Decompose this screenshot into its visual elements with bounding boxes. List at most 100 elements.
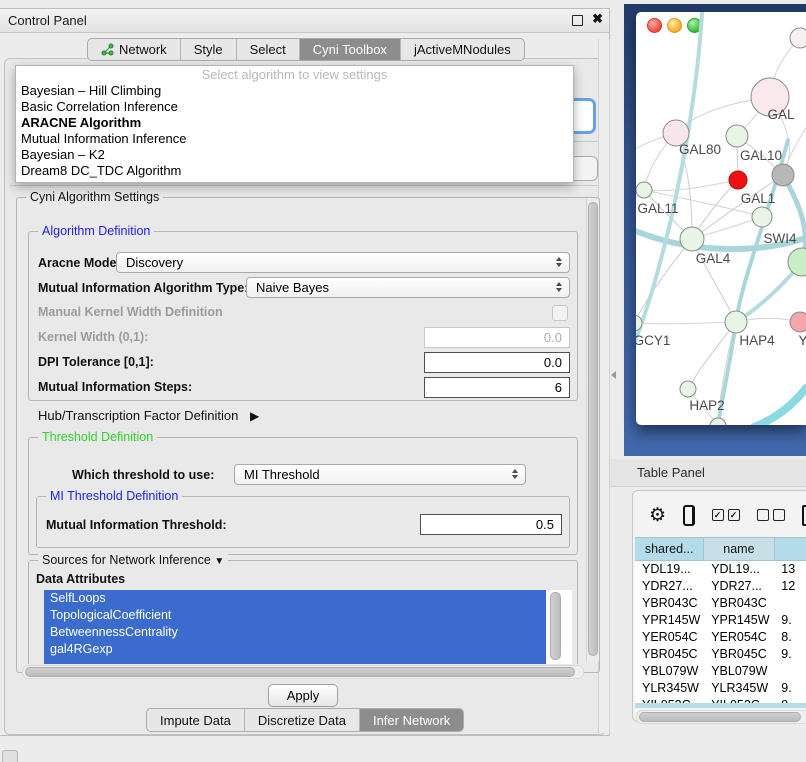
manual-kernel-label: Manual Kernel Width Definition	[38, 305, 223, 319]
network-node[interactable]	[752, 207, 772, 227]
table-panel-titlebar: Table Panel	[610, 459, 806, 487]
collapsed-panel-icon[interactable]	[2, 750, 18, 762]
tab-discretize-data[interactable]: Discretize Data	[244, 709, 359, 731]
table-cell: YBL079W	[635, 663, 704, 680]
table-cell: YPR145W	[635, 612, 704, 629]
algorithm-definition-title: Algorithm Definition	[38, 224, 154, 238]
tab-style[interactable]: Style	[180, 39, 236, 60]
expand-right-icon: ▶	[250, 409, 259, 423]
network-node[interactable]	[772, 164, 794, 186]
table-cell: 12	[774, 578, 806, 595]
dropdown-item[interactable]: Bayesian – K2	[16, 147, 573, 163]
table-row[interactable]: YBL079WYBL079W	[635, 663, 806, 680]
network-node[interactable]	[790, 312, 806, 332]
dropdown-items: Bayesian – Hill ClimbingBasic Correlatio…	[16, 83, 573, 179]
which-threshold-combo[interactable]: MI Threshold	[234, 464, 526, 485]
table-cell: YDR27...	[635, 578, 704, 595]
settings-horizontal-scrollbar[interactable]	[22, 665, 584, 679]
kernel-width-field[interactable]: 0.0	[424, 327, 570, 348]
network-node-label: GAL10	[740, 148, 782, 163]
attribute-item[interactable]: TopologicalCoefficient	[44, 607, 546, 624]
network-window-frame[interactable]: GALGAL80GAL10GAL1GAL11SWI4GAL4GCY1HAP4YH…	[624, 4, 806, 456]
network-node[interactable]	[680, 227, 704, 251]
tab-network[interactable]: Network	[88, 39, 180, 60]
close-icon[interactable]: ✖	[592, 11, 603, 27]
hub-definition-label[interactable]: Hub/Transcription Factor Definition ▶	[38, 408, 259, 423]
attribute-item-partial[interactable]	[44, 658, 546, 664]
network-icon	[101, 43, 114, 56]
dropdown-item[interactable]: Basic Correlation Inference	[16, 99, 573, 115]
panel-splitter-handle[interactable]	[611, 371, 616, 379]
tab-cyni-toolbox[interactable]: Cyni Toolbox	[299, 39, 400, 60]
deselect-all-icon[interactable]	[757, 509, 785, 521]
tab-label: Impute Data	[160, 713, 231, 728]
network-node[interactable]	[636, 182, 652, 198]
control-panel-tabs: Network Style SelectCyni Toolbox jActiveMNo…	[87, 38, 525, 61]
settings-vertical-scrollbar[interactable]	[586, 199, 599, 661]
table-row[interactable]: YDL19...YDL19...13	[635, 561, 806, 578]
select-all-icon[interactable]: ✓✓	[712, 509, 740, 521]
tab-jactivemnodules[interactable]: jActiveMNodules	[400, 39, 524, 60]
attribute-item[interactable]: gal4RGexp	[44, 641, 546, 658]
aracne-mode-combo[interactable]: Discovery	[116, 252, 570, 273]
control-panel-title: Control Panel	[8, 13, 87, 28]
which-threshold-label: Which threshold to use:	[72, 468, 214, 482]
network-canvas[interactable]: GALGAL80GAL10GAL1GAL11SWI4GAL4GCY1HAP4YH…	[636, 12, 806, 425]
tab-select[interactable]: Select	[236, 39, 299, 60]
tab-label: Style	[194, 42, 223, 57]
dropdown-item[interactable]: Bayesian – Hill Climbing	[16, 83, 573, 99]
table-cell	[774, 595, 806, 612]
table-row[interactable]: YPR145WYPR145W9.	[635, 612, 806, 629]
gear-icon[interactable]: ⚙	[649, 506, 666, 525]
mi-threshold-field[interactable]: 0.5	[420, 514, 562, 535]
float-window-icon[interactable]	[572, 15, 583, 26]
tab-label: jActiveMNodules	[414, 42, 511, 57]
network-window: GALGAL80GAL10GAL1GAL11SWI4GAL4GCY1HAP4YH…	[636, 12, 806, 425]
network-edge	[754, 388, 806, 425]
mi-type-combo[interactable]: Naive Bayes	[246, 277, 570, 298]
table-horizontal-scrollbar[interactable]	[636, 710, 806, 724]
network-node[interactable]	[729, 171, 747, 189]
dropdown-item[interactable]: Dream8 DC_TDC Algorithm	[16, 163, 573, 179]
column-view-icon[interactable]	[683, 505, 695, 526]
table-selected-strip	[635, 703, 806, 708]
algorithm-dropdown: Select algorithm to view settings Bayesi…	[15, 65, 574, 183]
apply-button[interactable]: Apply	[268, 684, 338, 707]
table-row[interactable]: YBR043CYBR043C	[635, 595, 806, 612]
table-cell: YBR043C	[704, 595, 774, 612]
sources-group-title[interactable]: Sources for Network Inference ▼	[38, 553, 228, 567]
network-node[interactable]	[725, 311, 747, 333]
table-row[interactable]: YER054CYER054C8.	[635, 629, 806, 646]
table-column-header[interactable]: shared...	[635, 538, 704, 560]
dropdown-item[interactable]: ARACNE Algorithm	[16, 115, 573, 131]
table-cell: YLR345W	[704, 680, 774, 697]
table-column-header[interactable]	[775, 538, 806, 560]
tab-impute-data[interactable]: Impute Data	[147, 709, 244, 731]
table-cell: YIL052C	[704, 697, 774, 703]
tab-infer-network[interactable]: Infer Network	[359, 709, 463, 731]
attributes-scrollbar[interactable]	[549, 590, 562, 664]
network-node-label: GCY1	[636, 333, 670, 348]
control-panel-titlebar: Control Panel ✖	[0, 9, 609, 33]
dpi-tolerance-field[interactable]: 0.0	[424, 352, 570, 373]
table-cell: YER054C	[704, 629, 774, 646]
network-node[interactable]	[726, 125, 748, 147]
table-row[interactable]: YBR045CYBR045C9.	[635, 646, 806, 663]
network-node[interactable]	[788, 248, 806, 276]
network-node[interactable]	[680, 381, 696, 397]
table-column-header[interactable]: name	[704, 538, 774, 560]
mi-steps-field[interactable]: 6	[424, 377, 570, 398]
threshold-definition-title: Threshold Definition	[38, 430, 157, 444]
attribute-item[interactable]: SelfLoops	[44, 590, 546, 607]
attribute-item[interactable]: BetweennessCentrality	[44, 624, 546, 641]
mi-threshold-group-title: MI Threshold Definition	[46, 489, 182, 503]
table-row[interactable]: YDR27...YDR27...12	[635, 578, 806, 595]
dropdown-item[interactable]: Mutual Information Inference	[16, 131, 573, 147]
file-icon[interactable]	[802, 505, 806, 526]
manual-kernel-checkbox[interactable]	[552, 305, 568, 321]
dropdown-header: Select algorithm to view settings	[16, 66, 573, 83]
table-cell: YDL19...	[704, 561, 774, 578]
network-node[interactable]	[790, 28, 806, 48]
table-row[interactable]: YIL052CYIL052C9.	[635, 697, 806, 703]
table-row[interactable]: YLR345WYLR345W9.	[635, 680, 806, 697]
